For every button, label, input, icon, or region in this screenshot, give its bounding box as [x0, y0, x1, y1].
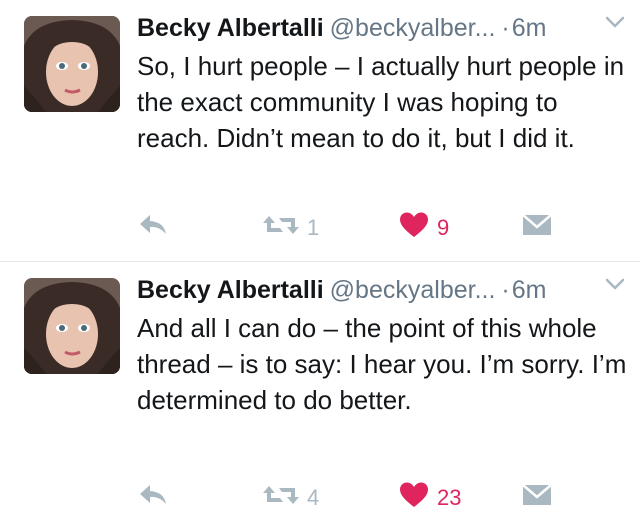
tweet[interactable]: Becky Albertalli @beckyalber... ·6m And al… — [0, 262, 640, 523]
tweet-header: Becky Albertalli @beckyalber... ·6m — [137, 270, 627, 310]
retweet-button[interactable]: 4 — [261, 478, 319, 518]
heart-icon — [399, 481, 429, 515]
tweet[interactable]: Becky Albertalli @beckyalber... ·6m So, I … — [0, 0, 640, 262]
direct-message-icon — [521, 212, 553, 244]
timestamp[interactable]: 6m — [512, 14, 547, 42]
retweet-count: 1 — [307, 215, 320, 240]
reply-button[interactable] — [137, 208, 169, 248]
reply-icon — [137, 212, 169, 244]
timestamp[interactable]: 6m — [512, 276, 547, 304]
chevron-down-icon[interactable] — [602, 274, 628, 294]
tweet-header: Becky Albertalli @beckyalber... ·6m — [137, 8, 627, 48]
reply-icon — [137, 482, 169, 514]
author-name[interactable]: Becky Albertalli — [137, 276, 324, 304]
tweet-text: So, I hurt people – I actually hurt peop… — [137, 51, 625, 153]
tweet-text: And all I can do – the point of this who… — [137, 313, 627, 415]
tweet-actions: 1 9 — [137, 208, 617, 248]
like-button[interactable]: 23 — [399, 478, 461, 518]
like-count: 9 — [437, 215, 450, 240]
reply-button[interactable] — [137, 478, 169, 518]
author-handle[interactable]: @beckyalber... — [330, 14, 496, 42]
retweet-icon — [261, 212, 301, 244]
separator-dot: · — [501, 14, 510, 42]
direct-message-icon — [521, 482, 553, 514]
separator-dot: · — [501, 276, 510, 304]
avatar[interactable] — [24, 16, 120, 112]
avatar[interactable] — [24, 278, 120, 374]
retweet-icon — [261, 482, 301, 514]
like-button[interactable]: 9 — [399, 208, 449, 248]
tweet-actions: 4 23 — [137, 478, 617, 518]
like-count: 23 — [437, 485, 462, 510]
heart-icon — [399, 211, 429, 245]
direct-message-button[interactable] — [521, 208, 553, 248]
retweet-button[interactable]: 1 — [261, 208, 319, 248]
author-name[interactable]: Becky Albertalli — [137, 14, 324, 42]
author-handle[interactable]: @beckyalber... — [330, 276, 496, 304]
direct-message-button[interactable] — [521, 478, 553, 518]
chevron-down-icon[interactable] — [602, 12, 628, 32]
retweet-count: 4 — [307, 485, 320, 510]
